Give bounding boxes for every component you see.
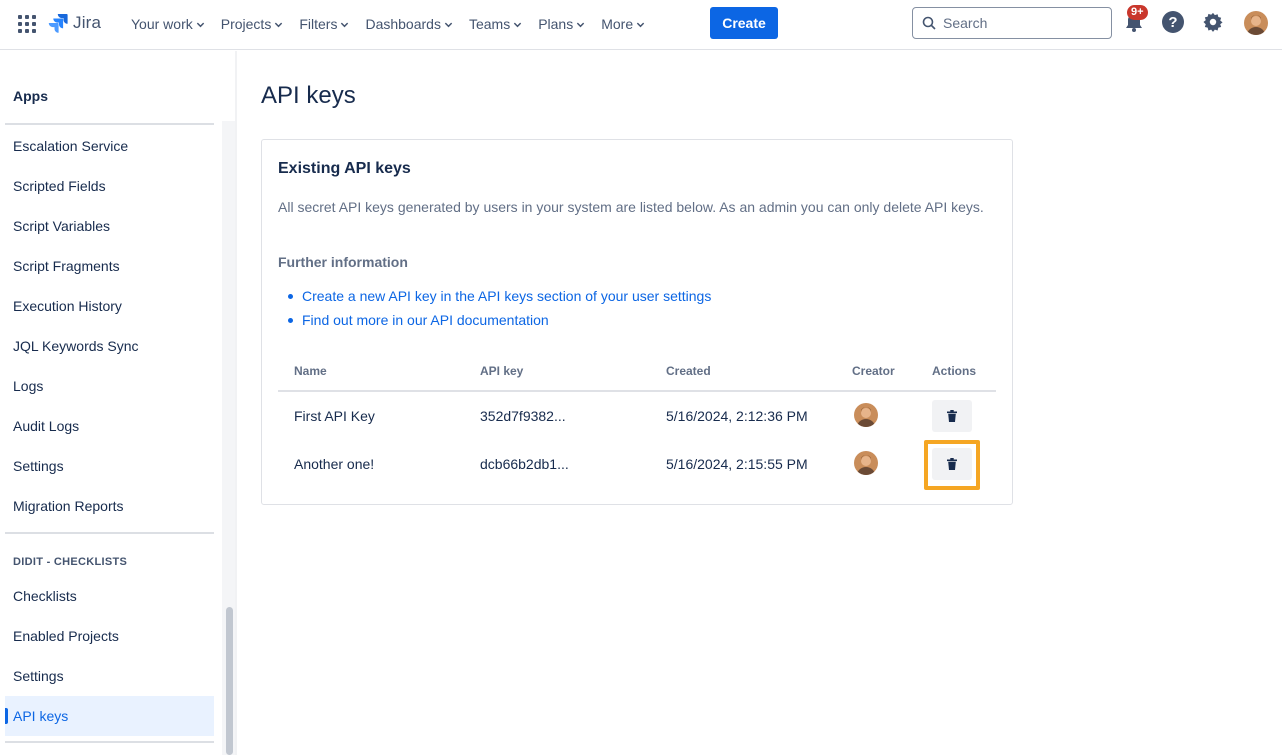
primary-menu: Your work Projects Filters Dashboards Te… bbox=[123, 8, 653, 40]
menu-label: Dashboards bbox=[365, 16, 441, 32]
key-name: Another one! bbox=[294, 456, 375, 472]
help-icon[interactable]: ? bbox=[1162, 11, 1184, 33]
sidebar-heading: Apps bbox=[13, 88, 48, 104]
column-header-api-key[interactable]: API key bbox=[480, 364, 523, 378]
sidebar-item-script-fragments[interactable]: Script Fragments bbox=[5, 246, 214, 286]
sidebar-item-settings[interactable]: Settings bbox=[5, 446, 214, 486]
chevron-down-icon bbox=[636, 22, 645, 27]
card-description: All secret API keys generated by users i… bbox=[278, 199, 984, 215]
sidebar-item-execution-history[interactable]: Execution History bbox=[5, 286, 214, 326]
logo-text: Jira bbox=[73, 13, 102, 32]
chevron-down-icon bbox=[341, 22, 349, 27]
sidebar-item-audit-logs[interactable]: Audit Logs bbox=[5, 406, 214, 446]
sidebar-divider bbox=[5, 123, 214, 125]
column-header-created[interactable]: Created bbox=[666, 364, 711, 378]
menu-dashboards[interactable]: Dashboards bbox=[357, 8, 461, 40]
column-header-creator: Creator bbox=[852, 364, 895, 378]
sidebar-item-escalation-service[interactable]: Escalation Service bbox=[5, 126, 214, 166]
column-header-actions: Actions bbox=[932, 364, 977, 378]
creator-avatar bbox=[854, 403, 878, 427]
sidebar-item-checklist-settings[interactable]: Settings bbox=[5, 656, 214, 696]
menu-your-work[interactable]: Your work bbox=[123, 8, 213, 40]
list-item: Create a new API key in the API keys sec… bbox=[287, 284, 711, 308]
sidebar-scrollbar-thumb[interactable] bbox=[226, 607, 233, 755]
chevron-down-icon bbox=[577, 22, 585, 27]
create-api-key-link[interactable]: Create a new API key in the API keys sec… bbox=[302, 288, 711, 304]
sidebar-item-scripted-fields[interactable]: Scripted Fields bbox=[5, 166, 214, 206]
menu-label: Your work bbox=[131, 16, 193, 32]
menu-plans[interactable]: Plans bbox=[530, 8, 593, 40]
key-created: 5/16/2024, 2:15:55 PM bbox=[666, 456, 808, 472]
chevron-down-icon bbox=[514, 22, 522, 27]
trash-icon bbox=[947, 410, 957, 422]
chevron-down-icon bbox=[444, 22, 453, 27]
sidebar-item-script-variables[interactable]: Script Variables bbox=[5, 206, 214, 246]
sidebar-divider bbox=[5, 741, 214, 743]
chevron-down-icon bbox=[196, 22, 204, 27]
highlight-box bbox=[924, 440, 980, 490]
sidebar-divider bbox=[5, 532, 214, 534]
user-avatar[interactable] bbox=[1244, 11, 1268, 35]
info-links: Create a new API key in the API keys sec… bbox=[287, 284, 711, 332]
notification-badge: 9+ bbox=[1127, 5, 1148, 20]
sidebar-item-checklists[interactable]: Checklists bbox=[5, 576, 214, 616]
list-item: Find out more in our API documentation bbox=[287, 308, 711, 332]
menu-label: More bbox=[601, 16, 634, 32]
menu-label: Teams bbox=[468, 16, 511, 32]
sidebar-item-logs[interactable]: Logs bbox=[5, 366, 214, 406]
search-icon bbox=[922, 16, 936, 30]
jira-logo-icon bbox=[48, 14, 68, 33]
menu-more[interactable]: More bbox=[593, 8, 653, 40]
menu-label: Filters bbox=[299, 16, 338, 32]
app-switcher-icon[interactable] bbox=[15, 12, 39, 36]
search-input[interactable] bbox=[943, 15, 1093, 31]
column-header-name[interactable]: Name bbox=[294, 364, 327, 378]
top-navigation: Jira Your work Projects Filters Dashboar… bbox=[0, 0, 1282, 50]
key-value: dcb66b2db1... bbox=[480, 456, 569, 472]
page-title: API keys bbox=[261, 82, 356, 109]
table-header-divider bbox=[278, 390, 996, 392]
card-title: Existing API keys bbox=[278, 160, 411, 177]
sidebar-group-heading: DIDIT - CHECKLISTS bbox=[13, 556, 128, 568]
sidebar: Apps Escalation Service Scripted Fields … bbox=[0, 51, 237, 755]
menu-label: Projects bbox=[220, 16, 272, 32]
menu-filters[interactable]: Filters bbox=[291, 8, 357, 40]
chevron-down-icon bbox=[275, 22, 283, 27]
delete-key-button[interactable] bbox=[932, 400, 972, 432]
settings-gear-icon[interactable] bbox=[1202, 11, 1224, 33]
search-box[interactable] bbox=[912, 7, 1112, 39]
further-info-heading: Further information bbox=[278, 254, 408, 270]
api-documentation-link[interactable]: Find out more in our API documentation bbox=[302, 312, 549, 328]
menu-projects[interactable]: Projects bbox=[213, 8, 292, 40]
menu-label: Plans bbox=[538, 16, 574, 32]
key-value: 352d7f9382... bbox=[480, 408, 566, 424]
create-button[interactable]: Create bbox=[710, 7, 778, 39]
avatar-image bbox=[1244, 11, 1268, 35]
existing-api-keys-card: Existing API keys All secret API keys ge… bbox=[261, 139, 1013, 505]
sidebar-item-enabled-projects[interactable]: Enabled Projects bbox=[5, 616, 214, 656]
sidebar-item-api-keys[interactable]: API keys bbox=[5, 696, 214, 736]
key-name: First API Key bbox=[294, 408, 375, 424]
jira-logo[interactable]: Jira bbox=[48, 11, 101, 35]
creator-avatar bbox=[854, 451, 878, 475]
key-created: 5/16/2024, 2:12:36 PM bbox=[666, 408, 808, 424]
menu-teams[interactable]: Teams bbox=[461, 8, 530, 40]
sidebar-item-migration-reports[interactable]: Migration Reports bbox=[5, 486, 214, 526]
sidebar-item-jql-keywords-sync[interactable]: JQL Keywords Sync bbox=[5, 326, 214, 366]
